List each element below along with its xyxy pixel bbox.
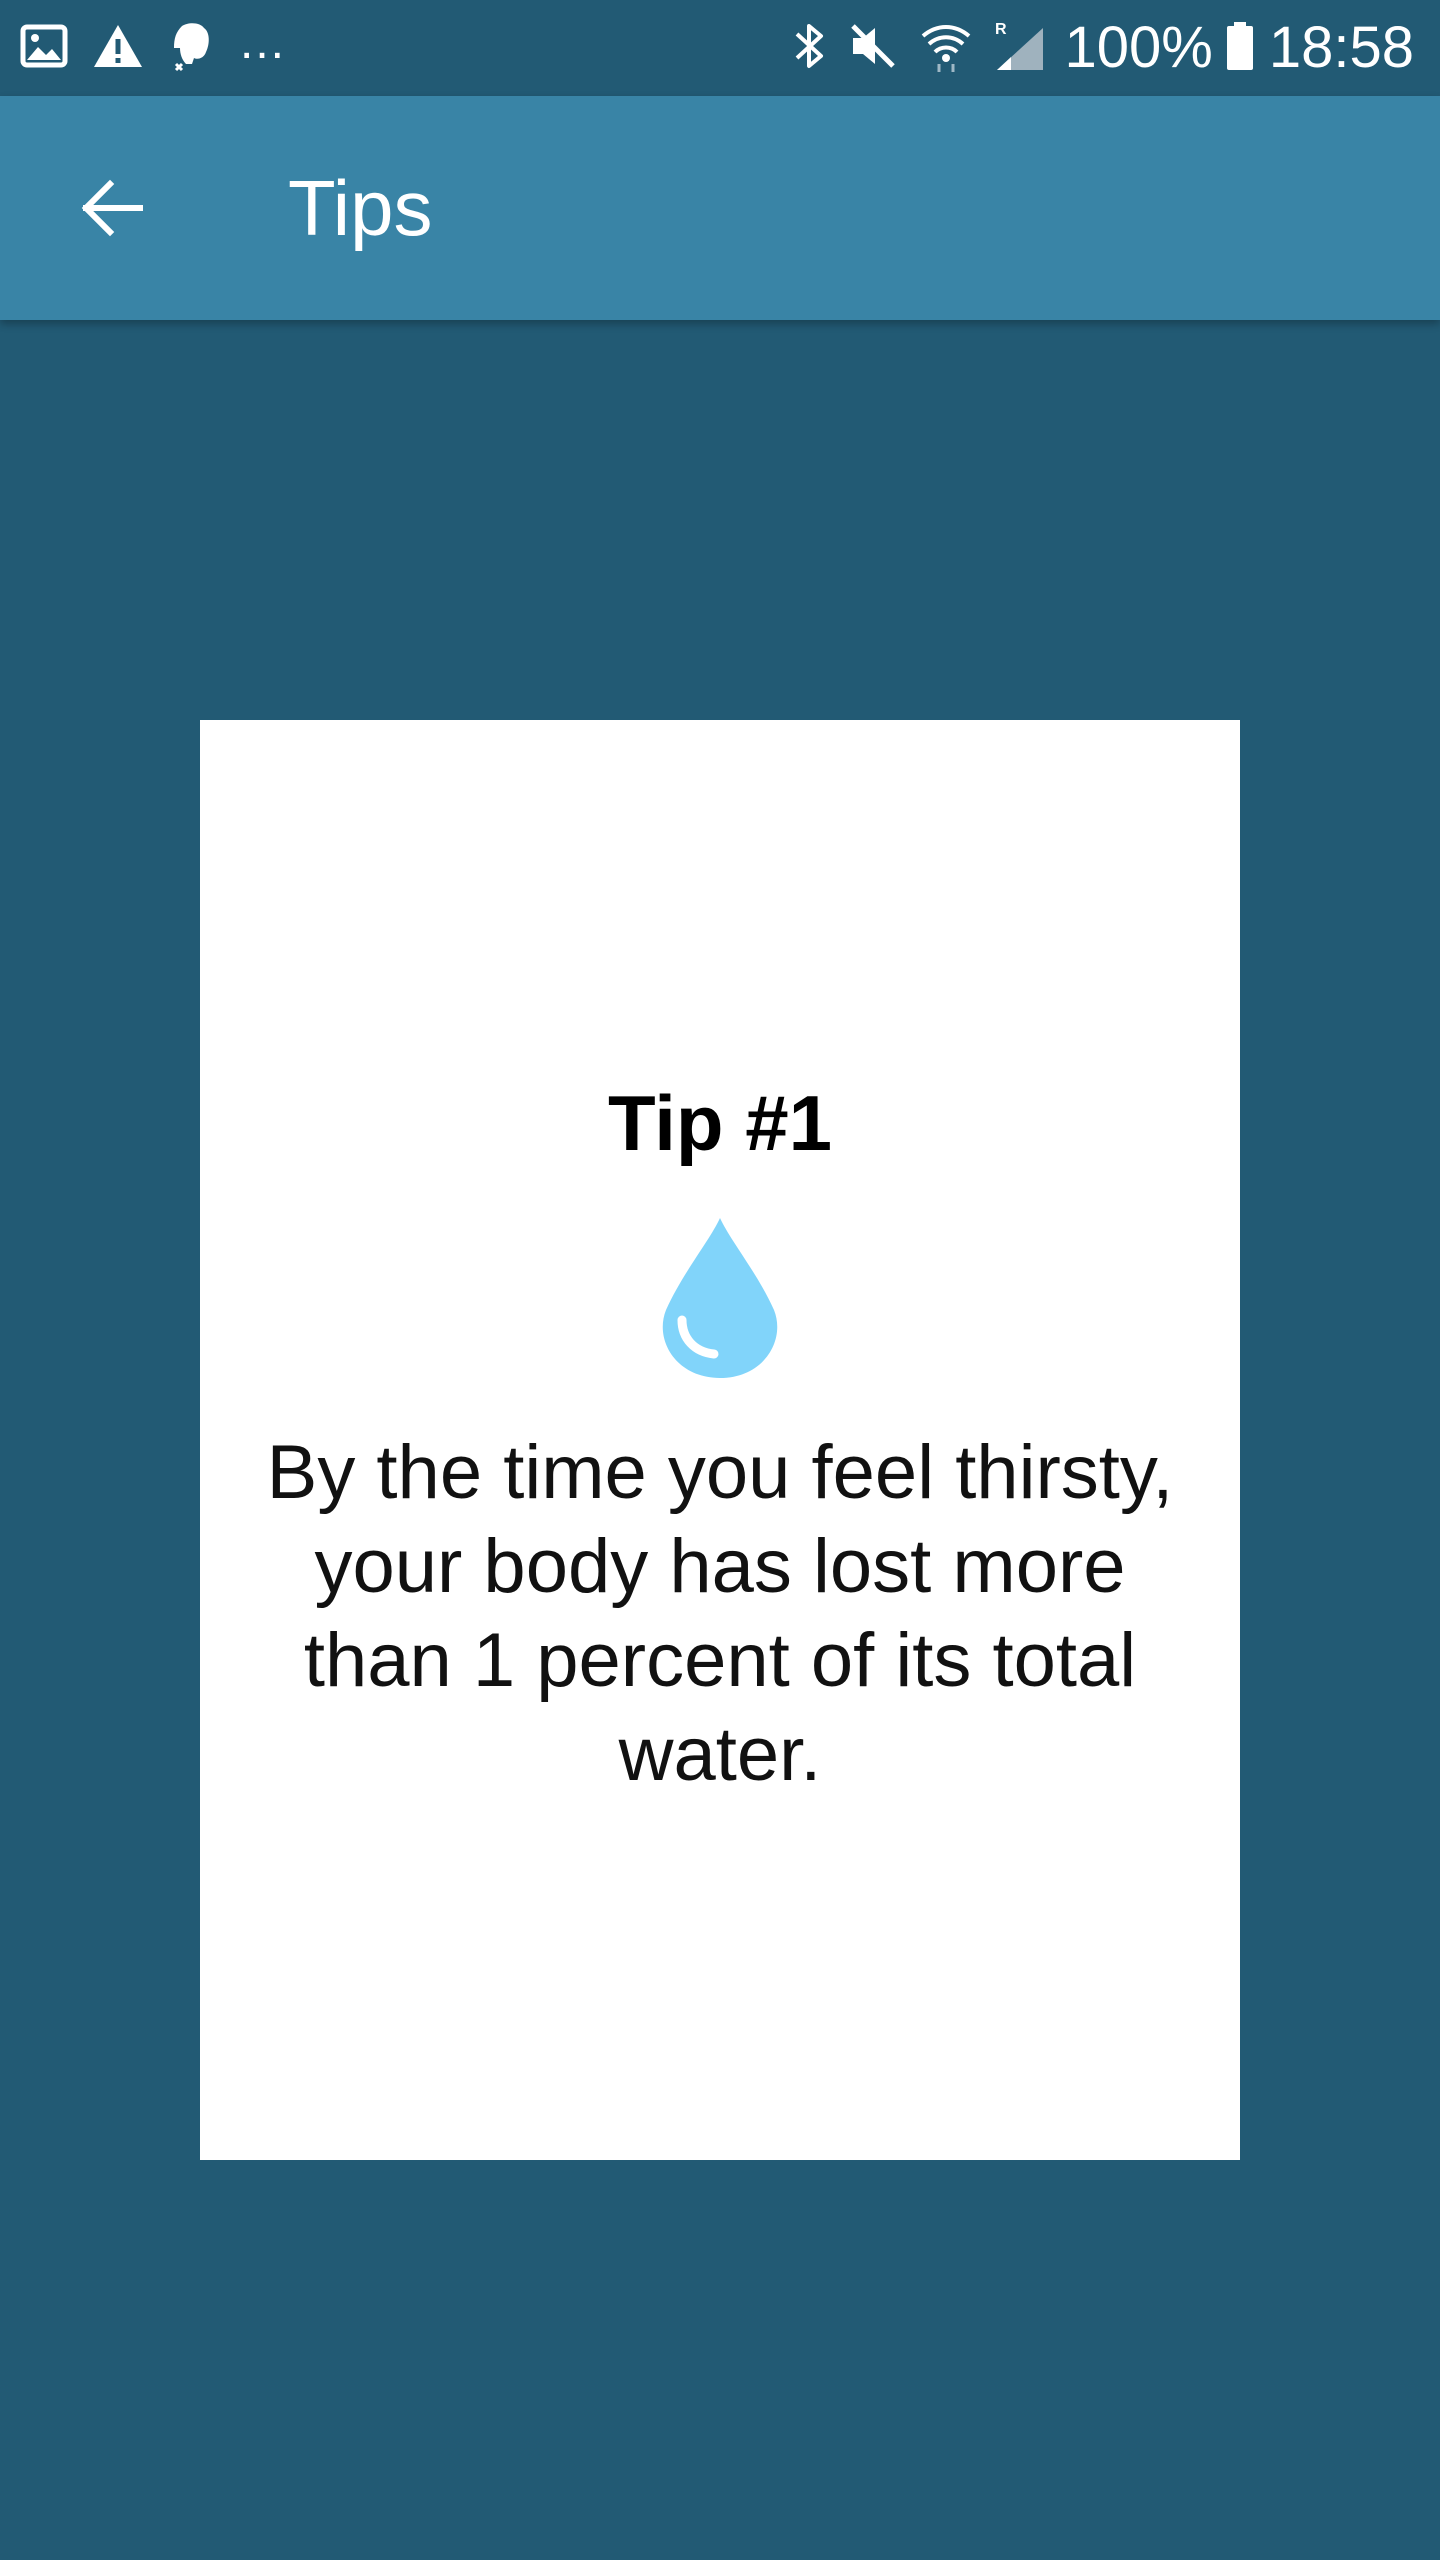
app-toolbar: Tips [0, 96, 1440, 320]
status-bar-left: ... [20, 0, 286, 96]
svg-text:R: R [995, 21, 1007, 38]
image-icon [20, 22, 68, 75]
more-notifications-indicator: ... [240, 16, 287, 69]
battery-percent: 100% [1064, 15, 1213, 80]
bluetooth-icon [793, 20, 827, 77]
clock-time: 18:58 [1268, 15, 1414, 80]
wifi-icon [919, 20, 973, 77]
back-button[interactable] [56, 152, 168, 264]
signal-icon: R [993, 20, 1045, 77]
mute-icon [847, 20, 899, 77]
status-bar-right: R 100% 18:58 [793, 0, 1414, 96]
status-bar: ... R 100% 18:58 [0, 0, 1440, 96]
water-drop-icon [660, 1216, 780, 1380]
battery-icon [1225, 20, 1255, 77]
arrow-left-icon [81, 179, 143, 237]
warning-icon [92, 22, 144, 75]
tip-title: Tip #1 [608, 1079, 832, 1167]
evernote-icon [168, 20, 216, 77]
page-title: Tips [288, 163, 433, 252]
tip-text: By the time you feel thirsty, your body … [266, 1430, 1174, 1797]
